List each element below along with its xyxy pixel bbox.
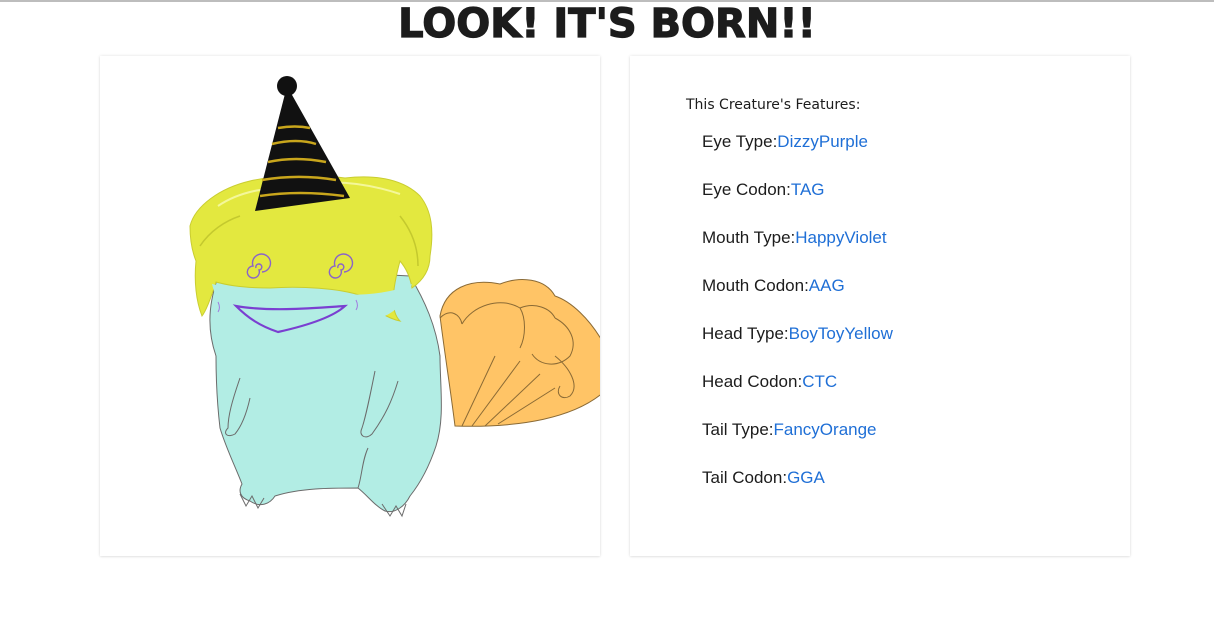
features-heading: This Creature's Features: [686,97,861,113]
page-title: LOOK! IT'S BORN!! [398,0,817,47]
feature-value: DizzyPurple [777,132,868,151]
feature-value: AAG [808,276,845,295]
creature-card [100,56,600,556]
feature-head-type: Head Type:BoyToyYellow [702,324,893,344]
feature-value: CTC [802,372,838,391]
feature-label: Head Codon: [702,372,803,391]
feature-eye-type: Eye Type:DizzyPurple [702,132,868,152]
feature-value: FancyOrange [773,420,877,439]
feature-label: Eye Type: [702,132,778,151]
party-hat [255,76,350,211]
feature-tail-type: Tail Type:FancyOrange [702,420,877,440]
feature-label: Mouth Type: [702,228,796,247]
feature-label: Tail Codon: [702,468,788,487]
feature-value: TAG [790,180,825,199]
tail [439,279,600,427]
creature-illustration [189,76,600,518]
feature-label: Mouth Codon: [702,276,809,295]
feature-mouth-type: Mouth Type:HappyViolet [702,228,887,248]
feature-mouth-codon: Mouth Codon:AAG [702,276,845,296]
feature-value: BoyToyYellow [788,324,893,343]
feature-tail-codon: Tail Codon:GGA [702,468,825,488]
feature-label: Head Type: [702,324,789,343]
features-card: This Creature's Features: Eye Type:Dizzy… [630,56,1130,556]
feature-label: Eye Codon: [702,180,791,199]
feature-head-codon: Head Codon:CTC [702,372,837,392]
feature-value: HappyViolet [795,228,887,247]
feature-label: Tail Type: [702,420,774,439]
feature-eye-codon: Eye Codon:TAG [702,180,825,200]
feature-value: GGA [787,468,825,487]
